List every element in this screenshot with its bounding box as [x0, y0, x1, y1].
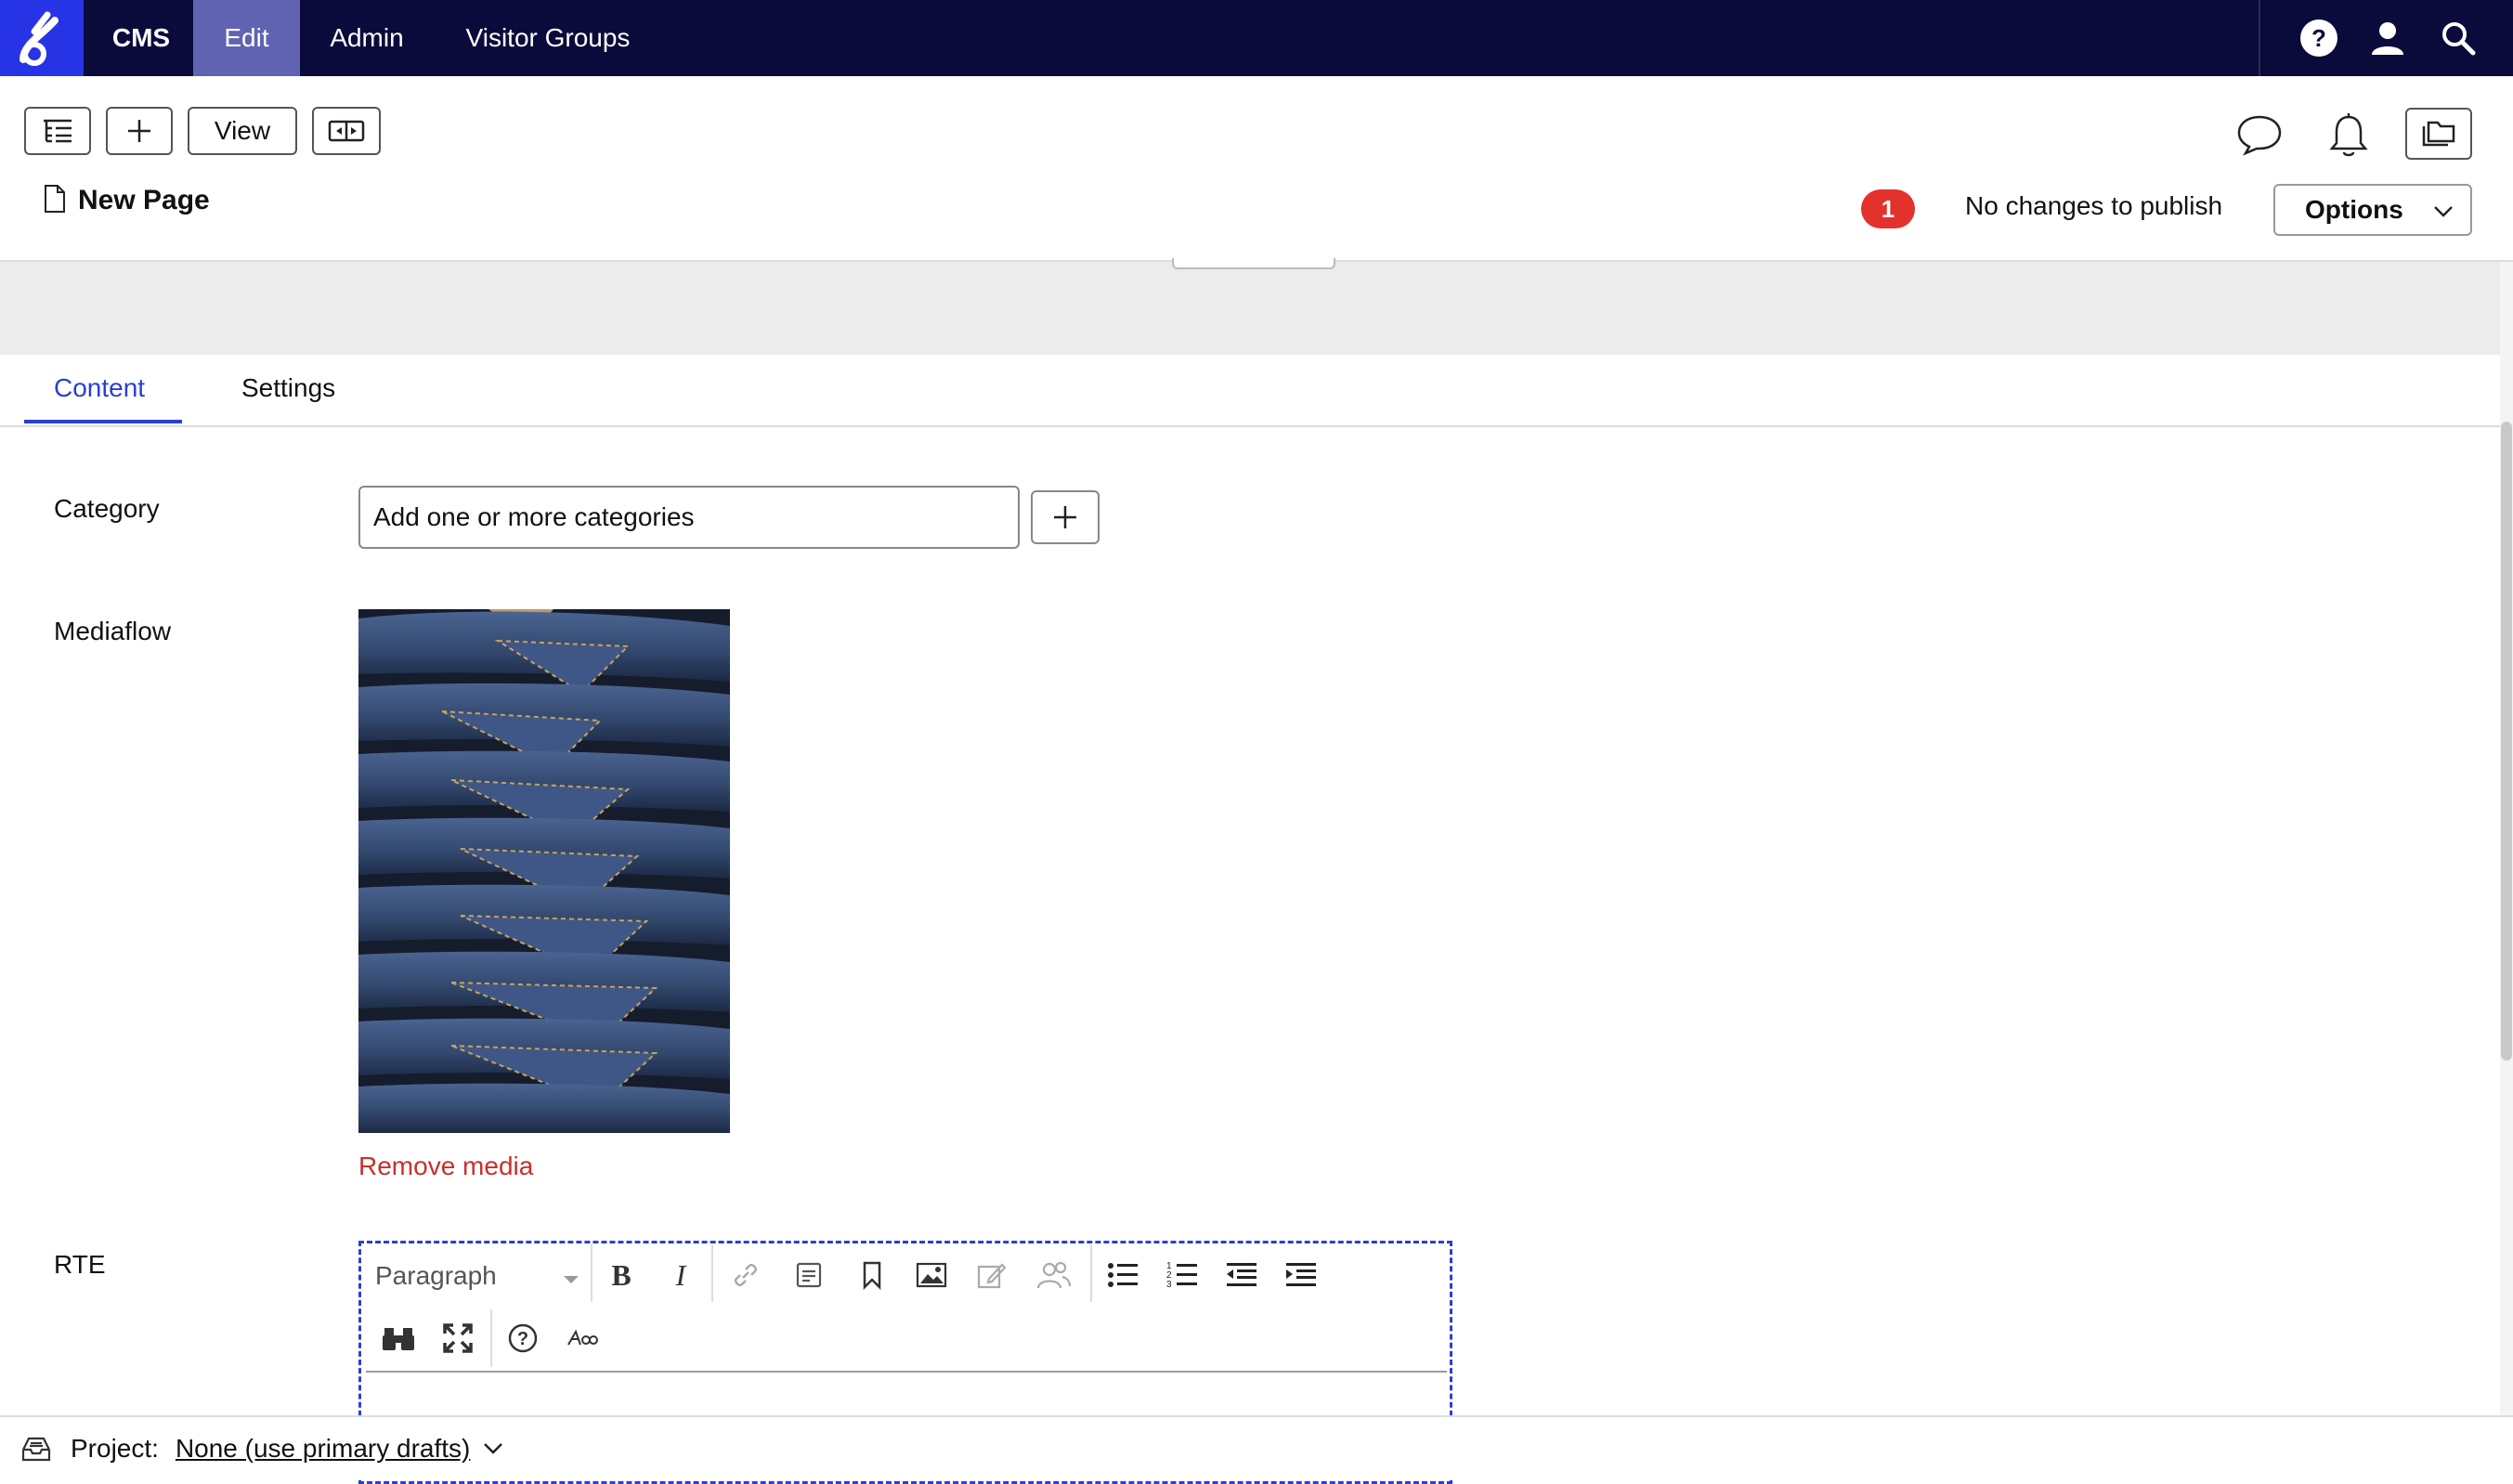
bold-icon[interactable]: B: [600, 1254, 643, 1296]
svg-text:?: ?: [2311, 24, 2326, 52]
svg-text:B: B: [611, 1259, 631, 1291]
options-dropdown-button[interactable]: Options: [2273, 184, 2472, 236]
nav-edit[interactable]: Edit: [193, 0, 300, 76]
category-input[interactable]: Add one or more categories: [358, 486, 1020, 549]
optimizely-logo-icon[interactable]: [0, 0, 84, 76]
view-button[interactable]: View: [188, 107, 297, 155]
collapsed-header-area: [0, 262, 2500, 355]
anchor-bookmark-icon[interactable]: [851, 1254, 893, 1296]
dropdown-caret-icon: [563, 1261, 579, 1291]
category-label: Category: [54, 494, 160, 523]
rte-label: RTE: [54, 1250, 106, 1279]
comments-icon[interactable]: [2236, 113, 2283, 156]
page-toolbar: [0, 76, 2513, 262]
help-icon[interactable]: ?: [2298, 17, 2340, 59]
svg-text:I: I: [675, 1259, 687, 1291]
toggle-navigation-pane-button[interactable]: [24, 107, 91, 155]
bullet-list-icon[interactable]: [1101, 1254, 1144, 1296]
mediaflow-image-jeans[interactable]: [358, 609, 730, 1133]
chevron-down-icon: [2433, 195, 2454, 225]
find-binoculars-icon[interactable]: [377, 1317, 420, 1360]
remove-media-link[interactable]: Remove media: [358, 1152, 533, 1181]
edit-block-icon[interactable]: [970, 1254, 1012, 1296]
search-icon[interactable]: [2437, 17, 2480, 59]
nav-admin[interactable]: Admin: [316, 0, 418, 76]
toolbar-separator: [711, 1244, 713, 1302]
page-document-icon: [43, 184, 67, 218]
block-icon[interactable]: [788, 1254, 830, 1296]
indent-icon[interactable]: [1280, 1254, 1322, 1296]
outdent-icon[interactable]: [1220, 1254, 1263, 1296]
user-icon[interactable]: [2366, 17, 2409, 59]
chevron-down-icon[interactable]: [483, 1442, 503, 1455]
toolbar-separator: [591, 1244, 592, 1302]
help-circle-icon[interactable]: ?: [501, 1317, 544, 1360]
notification-count-badge[interactable]: 1: [1861, 189, 1915, 228]
toolbar-separator: [1090, 1244, 1092, 1302]
numbered-list-icon[interactable]: 123: [1161, 1254, 1204, 1296]
rte-toolbar-divider: [366, 1371, 1447, 1373]
add-content-button[interactable]: [106, 107, 173, 155]
add-category-button[interactable]: [1031, 490, 1100, 544]
italic-icon[interactable]: I: [659, 1254, 702, 1296]
notifications-bell-icon[interactable]: [2327, 111, 2370, 160]
svg-text:?: ?: [517, 1329, 528, 1349]
page-title: New Page: [78, 185, 210, 215]
project-label: Project:: [71, 1434, 159, 1463]
format-select[interactable]: Paragraph: [375, 1257, 579, 1295]
image-icon[interactable]: [910, 1254, 953, 1296]
project-selector-link[interactable]: None (use primary drafts): [176, 1434, 470, 1464]
page-title-area: New Page: [43, 182, 210, 219]
fullscreen-icon[interactable]: [436, 1317, 479, 1360]
assets-pane-button[interactable]: [2405, 108, 2472, 160]
tab-settings[interactable]: Settings: [241, 373, 335, 403]
scrollbar-thumb[interactable]: [2501, 422, 2512, 1061]
tab-content[interactable]: Content: [54, 373, 145, 403]
active-tab-indicator: [24, 420, 182, 423]
project-bar: Project: None (use primary drafts): [0, 1415, 2513, 1480]
tab-bar: [0, 355, 2500, 427]
expand-header-handle[interactable]: [1172, 258, 1335, 269]
compare-view-button[interactable]: [312, 107, 381, 155]
mediaflow-label: Mediaflow: [54, 617, 172, 645]
toolbar-separator: [490, 1309, 492, 1367]
project-tray-icon: [20, 1435, 52, 1463]
nav-visitor-groups[interactable]: Visitor Groups: [446, 0, 650, 76]
svg-text:3: 3: [1166, 1280, 1172, 1290]
nav-cms[interactable]: CMS: [97, 0, 186, 76]
nav-divider: [2259, 0, 2260, 76]
publish-status-text: No changes to publish: [1965, 191, 2223, 220]
format-select-value: Paragraph: [375, 1261, 497, 1290]
link-icon[interactable]: [724, 1254, 767, 1296]
personalize-icon[interactable]: [1033, 1254, 1075, 1296]
clear-formatting-icon[interactable]: [561, 1317, 604, 1360]
options-label: Options: [2305, 195, 2403, 224]
